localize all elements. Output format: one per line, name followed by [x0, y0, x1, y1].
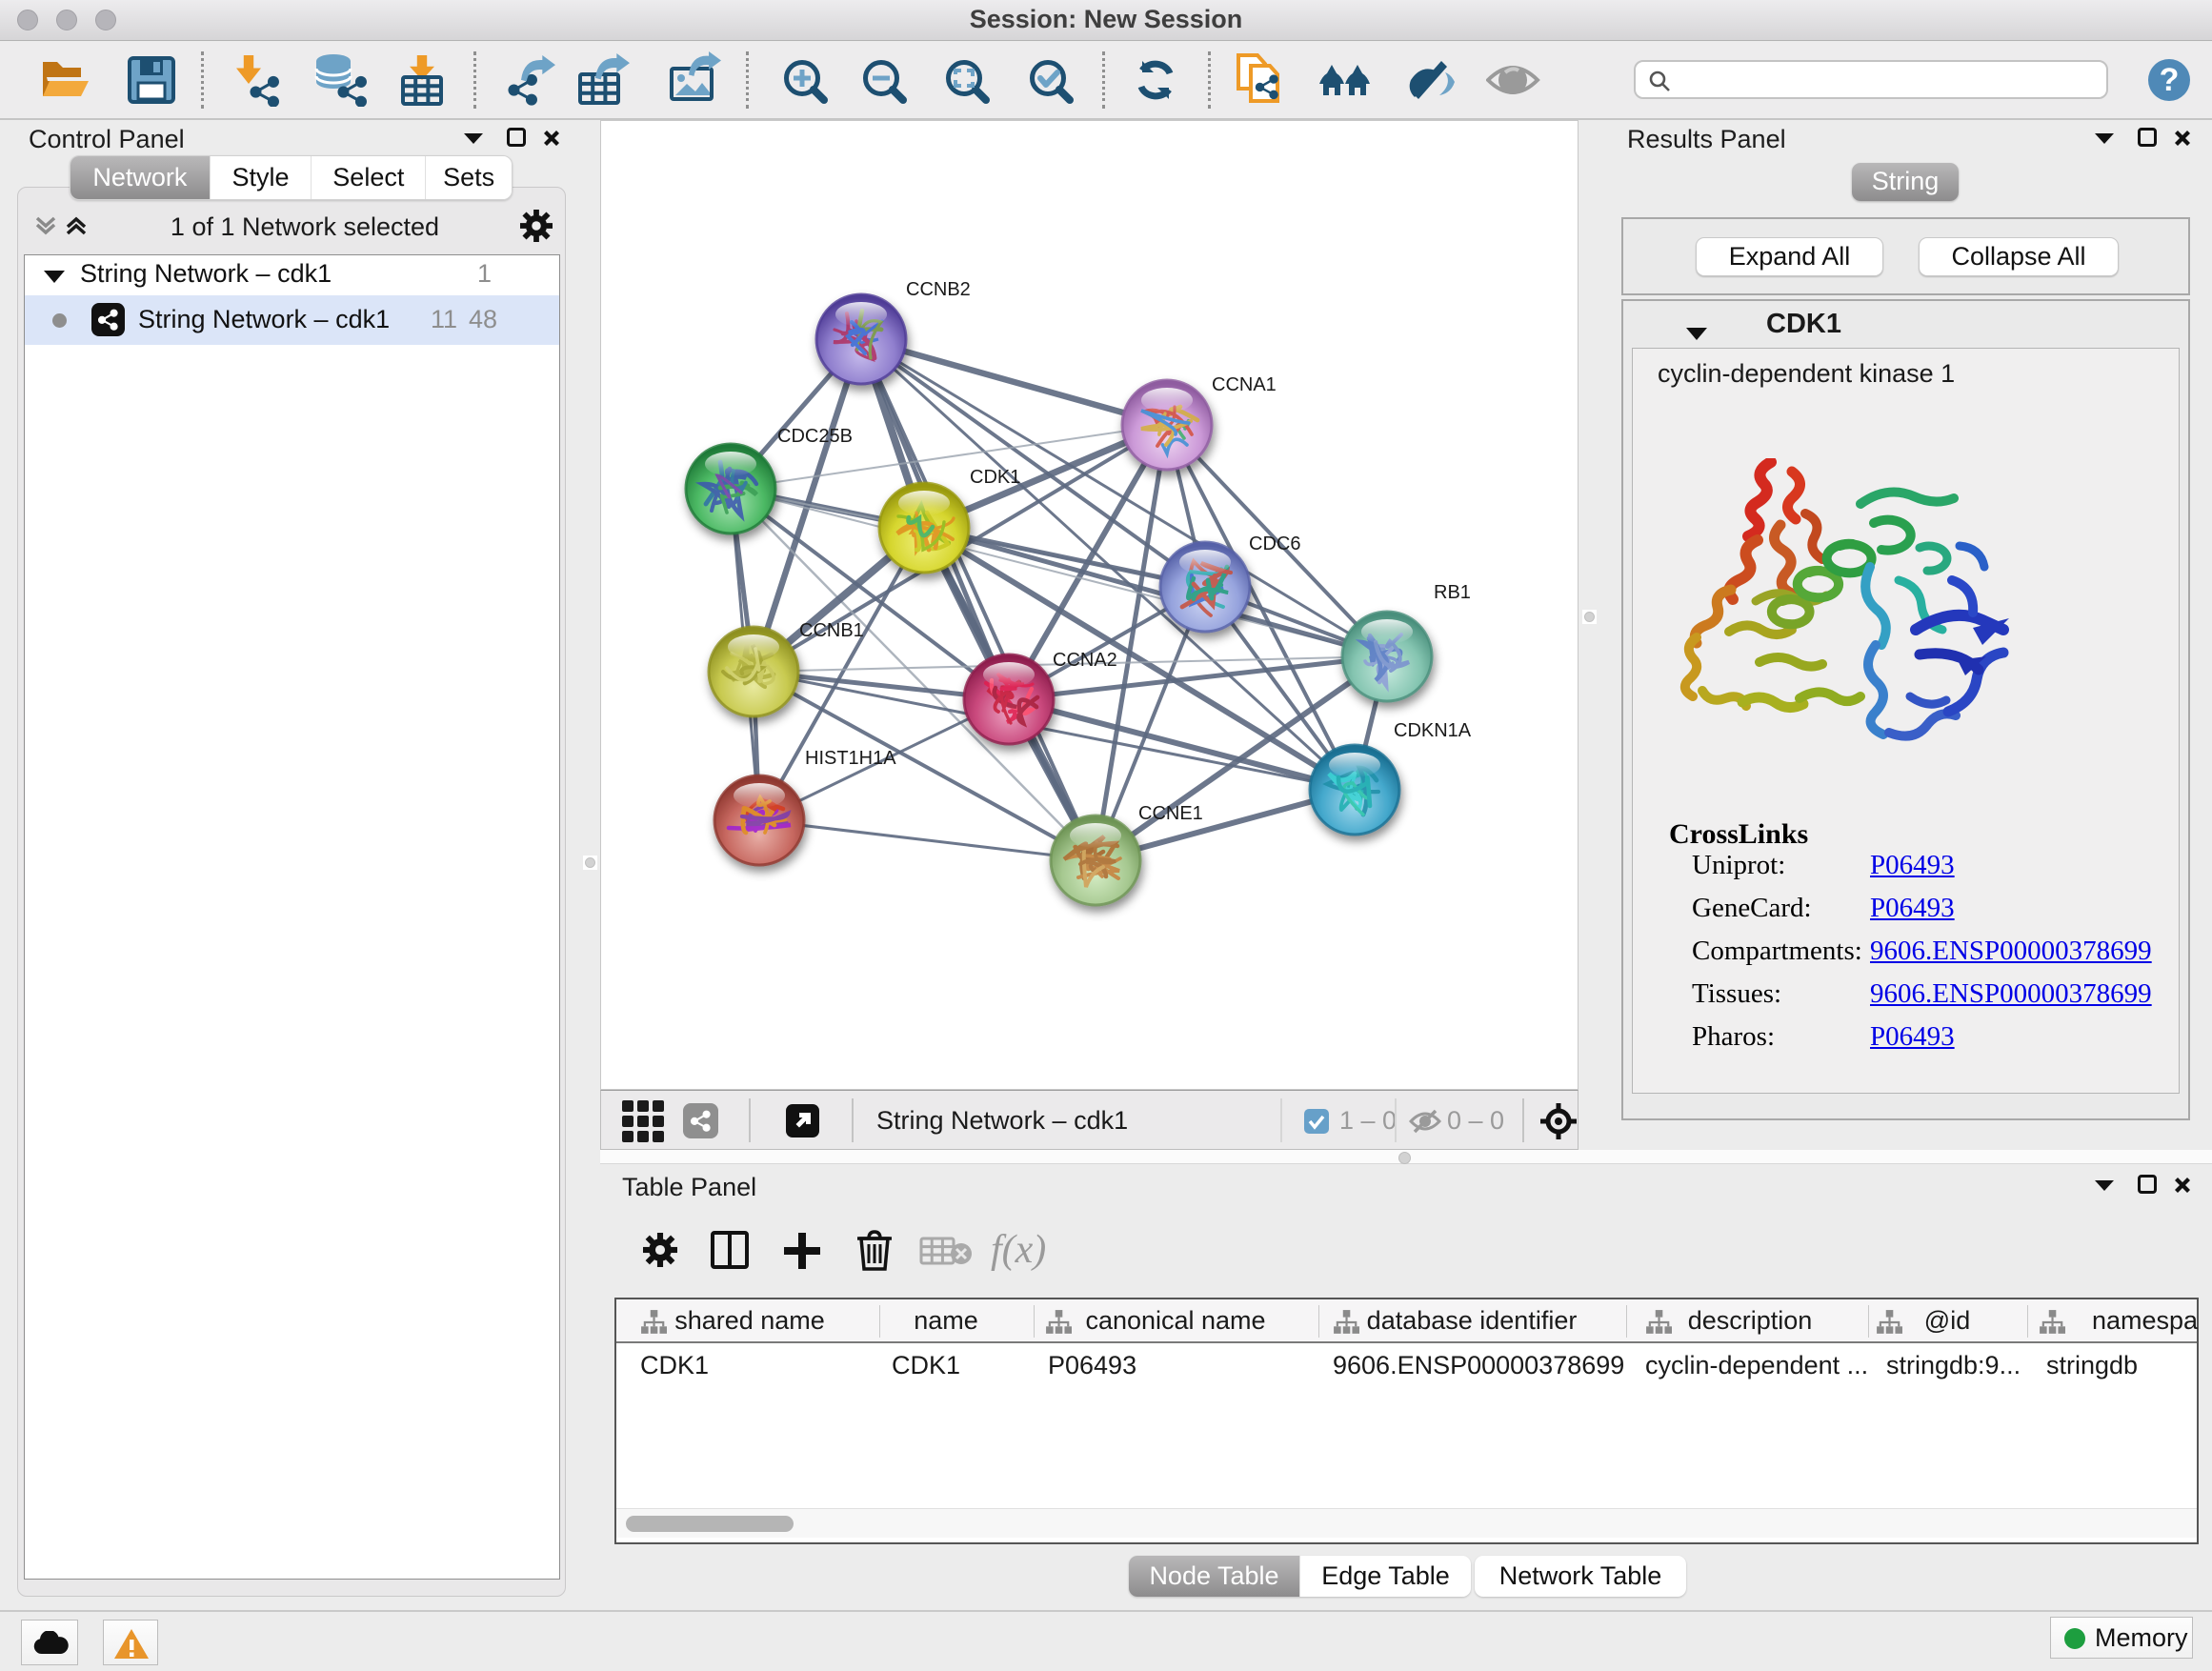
svg-text:CCNA1: CCNA1	[1212, 374, 1277, 395]
svg-text:CCNE1: CCNE1	[1138, 803, 1203, 824]
svg-text:CDC25B: CDC25B	[777, 426, 853, 447]
svg-text:CDK1: CDK1	[970, 467, 1020, 488]
svg-text:CCNA2: CCNA2	[1053, 650, 1117, 671]
svg-text:CDKN1A: CDKN1A	[1394, 720, 1472, 741]
svg-text:HIST1H1A: HIST1H1A	[805, 748, 896, 769]
svg-text:RB1: RB1	[1434, 582, 1471, 603]
svg-text:CDC6: CDC6	[1249, 534, 1300, 554]
svg-text:CCNB1: CCNB1	[799, 620, 864, 641]
svg-text:CCNB2: CCNB2	[906, 279, 971, 300]
